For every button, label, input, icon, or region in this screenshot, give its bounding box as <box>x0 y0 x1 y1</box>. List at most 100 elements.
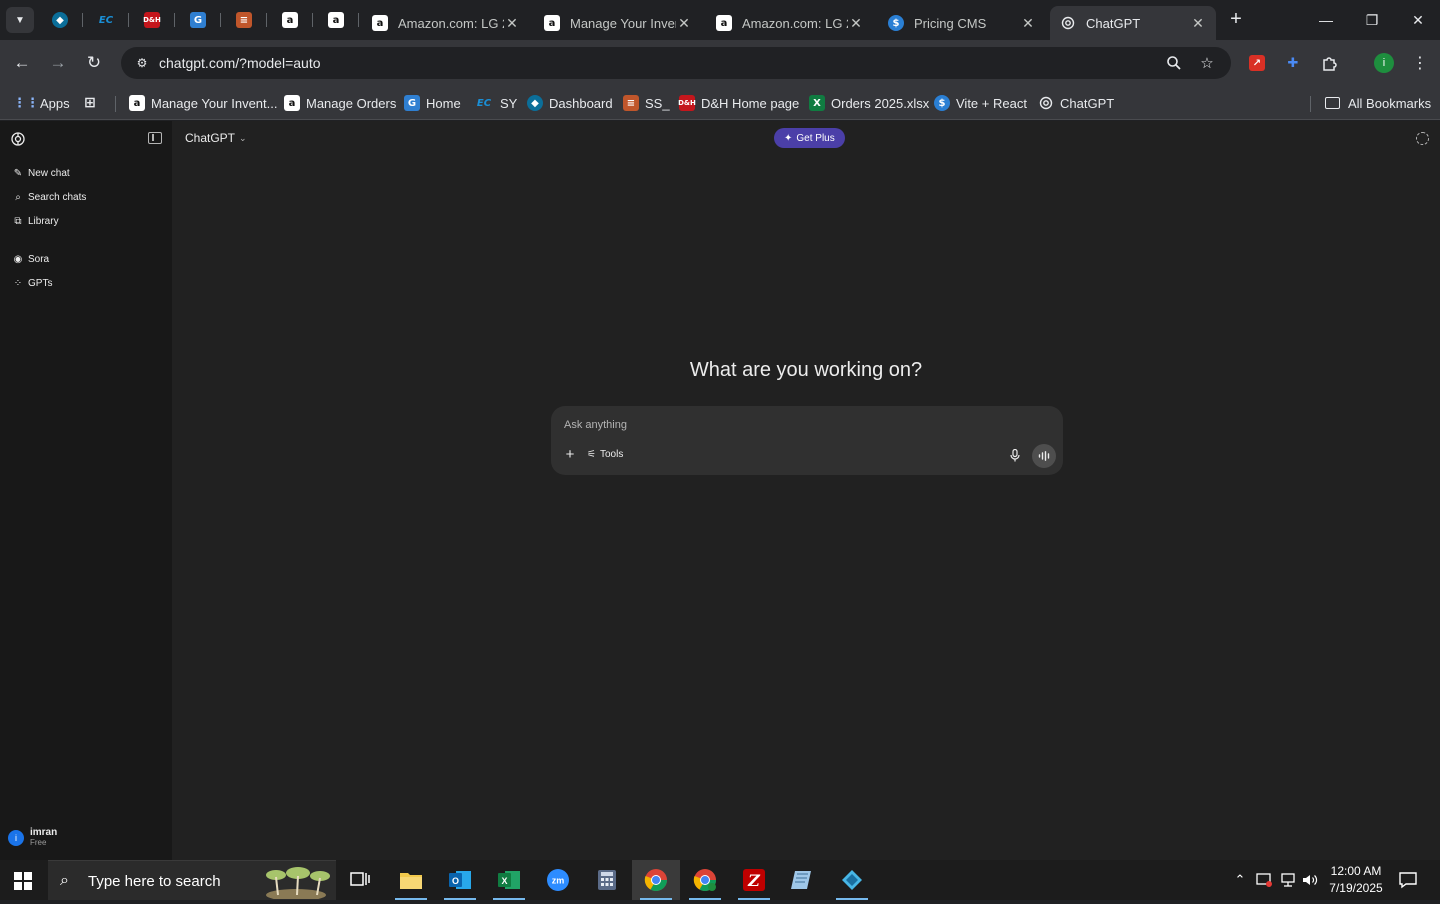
app-diamond-icon[interactable] <box>828 860 876 900</box>
prompt-input[interactable] <box>564 416 1044 434</box>
minimize-icon[interactable]: — <box>1314 8 1338 32</box>
window-close-icon[interactable]: ✕ <box>1406 8 1430 32</box>
bookmark-dashboard[interactable]: ◆ Dashboard <box>527 92 613 114</box>
close-icon[interactable]: ✕ <box>1190 15 1206 32</box>
site-info-icon[interactable]: ⚙ <box>127 56 157 70</box>
sidebar-item-new-chat[interactable]: ✎ New chat <box>12 165 70 181</box>
pinned-tab-dashboard[interactable]: ◆ <box>48 8 72 32</box>
bookmark-vite-react[interactable]: $ Vite + React <box>934 92 1027 114</box>
filezilla-icon[interactable]: Z <box>730 860 778 900</box>
taskbar-search[interactable]: ⌕ Type here to search <box>48 860 336 901</box>
bookmark-sy[interactable]: EC SY <box>474 92 517 114</box>
openai-logo-icon[interactable] <box>10 131 26 147</box>
zoom-app-icon[interactable]: zm <box>534 860 582 900</box>
close-icon[interactable]: ✕ <box>504 15 520 32</box>
bookmark-manage-orders[interactable]: a Manage Orders <box>284 92 396 114</box>
profile-avatar[interactable]: i <box>1374 53 1394 73</box>
bookmark-label: Orders 2025.xlsx <box>831 95 930 111</box>
pinned-tab-home[interactable]: G <box>186 8 210 32</box>
sidebar-item-label: GPTs <box>28 277 53 289</box>
browser-menu-icon[interactable]: ⋮ <box>1410 53 1430 73</box>
chevron-up-icon[interactable]: ⌃ <box>1230 870 1250 890</box>
restore-icon[interactable]: ❐ <box>1360 8 1384 32</box>
tools-label: Tools <box>599 449 624 460</box>
sidebar-item-library[interactable]: ⧉ Library <box>12 213 58 229</box>
security-tray-icon[interactable] <box>1254 870 1274 890</box>
bookmark-dh-home[interactable]: D&H D&H Home page <box>678 92 799 114</box>
task-view-icon[interactable] <box>336 860 384 900</box>
pinned-tab-dh[interactable]: D&H <box>140 8 164 32</box>
calculator-icon[interactable] <box>583 860 631 900</box>
zoom-icon[interactable] <box>1165 54 1183 72</box>
sidebar-item-label: Search chats <box>28 191 87 203</box>
reload-icon[interactable]: ↻ <box>82 51 106 75</box>
tab-amazon-lg-2[interactable]: a Amazon.com: LG 2 ✕ <box>706 6 874 40</box>
close-icon[interactable]: ✕ <box>1020 15 1036 32</box>
sidebar-item-gpts[interactable]: ⁘ GPTs <box>12 275 53 291</box>
tab-manage-inventory[interactable]: a Manage Your Inven ✕ <box>534 6 702 40</box>
tab-groups-icon[interactable]: ⊞ <box>82 92 104 114</box>
folder-icon <box>1325 97 1340 109</box>
all-bookmarks[interactable]: All Bookmarks <box>1325 92 1431 114</box>
dashboard-icon: ◆ <box>52 12 68 28</box>
clock-time: 12:00 AM <box>1330 864 1382 878</box>
file-explorer-icon[interactable] <box>387 860 435 900</box>
tab-pricing-cms[interactable]: $ Pricing CMS ✕ <box>878 6 1046 40</box>
sidebar-item-label: Sora <box>28 253 50 265</box>
volume-icon[interactable] <box>1300 870 1320 890</box>
tab-amazon-lg-1[interactable]: a Amazon.com: LG 2 ✕ <box>362 6 530 40</box>
sidebar-item-sora[interactable]: ◉ Sora <box>12 251 50 267</box>
page-title: What are you working on? <box>689 359 923 381</box>
bookmark-ss[interactable]: ≡ SS_ <box>623 92 670 114</box>
add-attachment-icon[interactable]: + <box>563 447 577 462</box>
temporary-chat-icon[interactable] <box>1416 132 1429 145</box>
get-plus-label: Get Plus <box>796 132 835 144</box>
sidebar-toggle-icon[interactable] <box>148 132 162 144</box>
tab-title: Amazon.com: LG 2 <box>398 15 504 31</box>
system-clock[interactable]: 12:00 AM 7/19/2025 <box>1322 863 1390 897</box>
new-tab-button[interactable]: + <box>1226 9 1246 30</box>
tab-search-button[interactable]: ▼ <box>6 7 34 33</box>
chrome-icon[interactable] <box>632 860 680 900</box>
pinned-tab-amazon-2[interactable]: a <box>324 8 348 32</box>
bookmark-home[interactable]: G Home <box>404 92 461 114</box>
pinned-tab-amazon-1[interactable]: a <box>278 8 302 32</box>
get-plus-button[interactable]: ✦ Get Plus <box>774 128 845 148</box>
voice-mode-icon[interactable] <box>1032 444 1056 468</box>
tab-chatgpt[interactable]: ChatGPT ✕ <box>1050 6 1216 40</box>
extension-blue-icon[interactable]: ✚ <box>1283 53 1303 73</box>
outlook-icon[interactable]: O <box>436 860 484 900</box>
all-bookmarks-label: All Bookmarks <box>1348 95 1432 111</box>
dashboard-icon: ◆ <box>527 95 543 111</box>
forward-icon[interactable]: → <box>46 51 70 75</box>
chrome-profile-icon[interactable] <box>681 860 729 900</box>
user-account-menu[interactable]: i imran Free <box>8 827 57 848</box>
bookmark-apps[interactable]: ⋮⋮ Apps <box>13 92 70 114</box>
close-icon[interactable]: ✕ <box>676 15 692 32</box>
pinned-tab-ss[interactable]: ≡ <box>232 8 256 32</box>
close-icon[interactable]: ✕ <box>848 15 864 32</box>
bookmark-label: Vite + React <box>956 95 1027 111</box>
bookmark-orders-xlsx[interactable]: X Orders 2025.xlsx <box>809 92 929 114</box>
network-icon[interactable] <box>1278 870 1298 890</box>
tools-button[interactable]: ⚟ Tools <box>587 449 623 460</box>
model-selector[interactable]: ChatGPT ⌄ <box>185 131 247 145</box>
address-bar[interactable]: ⚙ chatgpt.com/?model=auto ☆ <box>121 47 1231 79</box>
notepad-icon[interactable] <box>779 860 827 900</box>
extensions-puzzle-icon[interactable] <box>1320 53 1340 73</box>
notifications-icon[interactable] <box>1398 870 1418 890</box>
sidebar-item-search-chats[interactable]: ⌕ Search chats <box>12 189 86 205</box>
sparkle-icon: ✦ <box>784 132 793 144</box>
microphone-icon[interactable] <box>1008 448 1022 462</box>
dh-icon: D&H <box>143 12 161 28</box>
bookmark-star-icon[interactable]: ☆ <box>1198 54 1216 72</box>
back-icon[interactable]: ← <box>10 51 34 75</box>
extension-red-icon[interactable]: ↗ <box>1247 53 1267 73</box>
bookmark-chatgpt[interactable]: ChatGPT <box>1038 92 1114 114</box>
excel-icon[interactable]: X <box>485 860 533 900</box>
pinned-tab-ec[interactable]: EC <box>94 8 118 32</box>
windows-start-icon[interactable] <box>14 872 32 890</box>
address-url[interactable]: chatgpt.com/?model=auto <box>159 55 321 71</box>
bookmark-manage-inventory[interactable]: a Manage Your Invent... <box>129 92 277 114</box>
library-icon: ⧉ <box>14 215 22 227</box>
